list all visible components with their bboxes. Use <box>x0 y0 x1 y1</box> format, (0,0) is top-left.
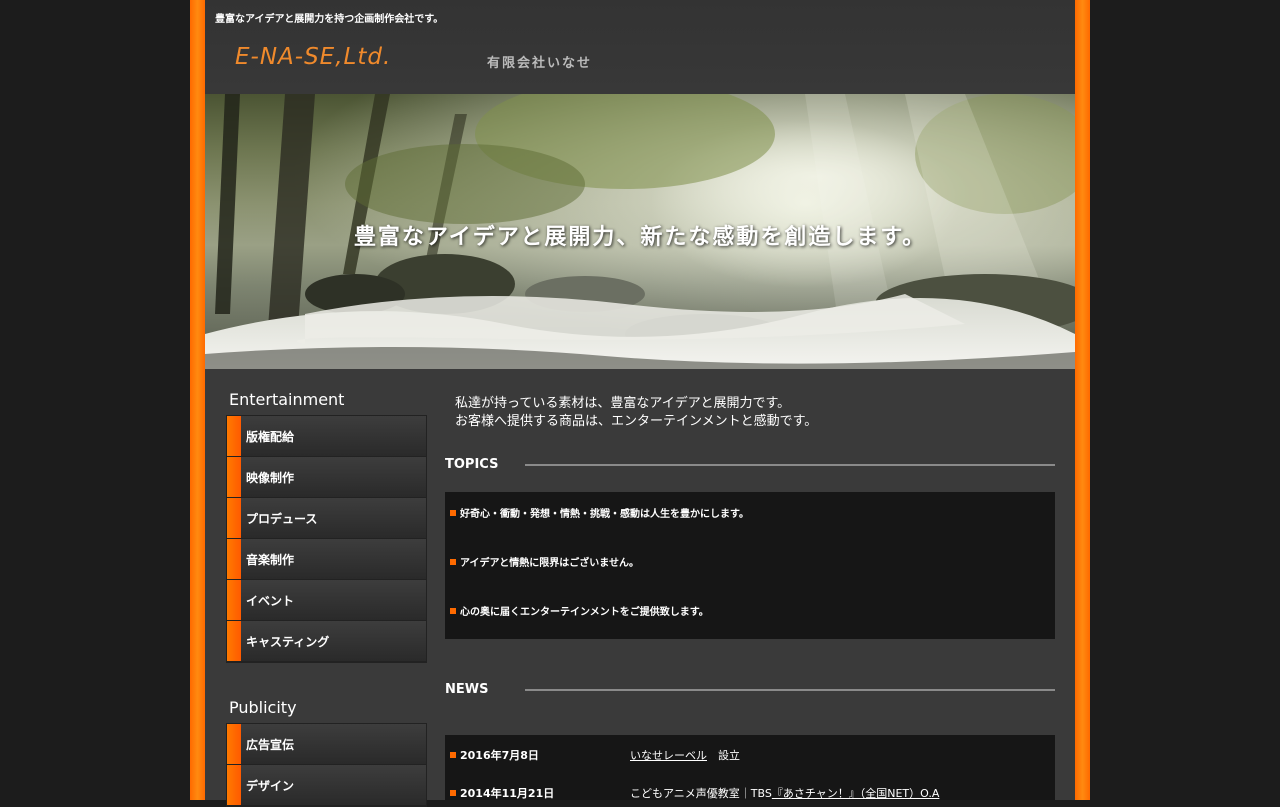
sidebar-title-entertainment: Entertainment <box>229 390 345 409</box>
intro-line-2: お客様へ提供する商品は、エンターテインメントと感動です。 <box>455 414 818 429</box>
topics-title: TOPICS <box>445 457 499 472</box>
menu-item-accent-bar <box>227 580 241 620</box>
menu-item-label: 広告宣伝 <box>246 738 295 752</box>
topic-item: アイデアと情熱に限界はございません。 <box>450 554 639 569</box>
topics-box: 好奇心・衝動・発想・情熱・挑戦・感動は人生を豊かにします。 アイデアと情熱に限界… <box>445 492 1055 639</box>
hero-banner: 豊富なアイデアと展開力、新たな感動を創造します。 <box>205 94 1075 369</box>
menu-item-accent-bar <box>227 621 241 661</box>
bullet-square-icon <box>450 559 456 565</box>
page-container: 豊富なアイデアと展開力を持つ企画制作会社です。 E-NA-SE,Ltd. 有限会… <box>205 0 1075 807</box>
hero-headline: 豊富なアイデアと展開力、新たな感動を創造します。 <box>353 224 927 250</box>
news-date: 2016年7月8日 <box>450 747 539 763</box>
topic-text: 心の奥に届くエンターテインメントをご提供致します。 <box>460 607 709 618</box>
news-link[interactable]: 『あさチャン！』（全国NET）O.A <box>772 787 940 800</box>
left-orange-frame <box>190 0 205 800</box>
bullet-square-icon <box>450 790 456 796</box>
news-divider <box>525 689 1055 691</box>
sidebar-title-publicity: Publicity <box>229 698 297 717</box>
menu-item-label: 映像制作 <box>246 471 295 485</box>
header-tagline: 豊富なアイデアと展開力を持つ企画制作会社です。 <box>215 14 444 25</box>
news-suffix: 設立 <box>707 749 740 762</box>
bullet-square-icon <box>450 608 456 614</box>
menu-item-video-production[interactable]: 映像制作 <box>227 457 426 498</box>
news-box: 2016年7月8日 いなせレーベル 設立 2014年11月21日 こどもアニメ声… <box>445 735 1055 800</box>
intro-line-1: 私達が持っている素材は、豊富なアイデアと展開力です。 <box>455 396 791 411</box>
menu-item-event[interactable]: イベント <box>227 580 426 621</box>
topic-text: アイデアと情熱に限界はございません。 <box>460 558 639 569</box>
menu-item-licensing[interactable]: 版権配給 <box>227 416 426 457</box>
news-text: いなせレーベル 設立 <box>630 747 740 763</box>
menu-item-label: プロデュース <box>246 512 318 526</box>
topics-header: TOPICS <box>445 455 1055 475</box>
menu-item-label: 版権配給 <box>246 430 295 444</box>
news-date: 2014年11月21日 <box>450 785 554 801</box>
menu-item-label: キャスティング <box>246 635 330 649</box>
menu-item-accent-bar <box>227 765 241 805</box>
menu-item-accent-bar <box>227 498 241 538</box>
topic-text: 好奇心・衝動・発想・情熱・挑戦・感動は人生を豊かにします。 <box>460 509 749 520</box>
company-name: 有限会社いなせ <box>487 56 593 71</box>
publicity-menu: 広告宣伝 デザイン <box>226 723 427 807</box>
menu-item-accent-bar <box>227 539 241 579</box>
menu-item-accent-bar <box>227 724 241 764</box>
news-date-text: 2016年7月8日 <box>460 749 539 762</box>
news-text: こどもアニメ声優教室｜TBS『あさチャン！』（全国NET）O.A <box>630 785 939 801</box>
news-date-text: 2014年11月21日 <box>460 787 555 800</box>
topic-item: 心の奥に届くエンターテインメントをご提供致します。 <box>450 603 709 618</box>
site-logo[interactable]: E-NA-SE,Ltd. <box>235 44 391 70</box>
news-prefix: こどもアニメ声優教室｜TBS <box>630 787 772 800</box>
site-header: 豊富なアイデアと展開力を持つ企画制作会社です。 E-NA-SE,Ltd. 有限会… <box>205 0 1075 94</box>
menu-item-produce[interactable]: プロデュース <box>227 498 426 539</box>
topics-divider <box>525 464 1055 466</box>
news-link[interactable]: いなせレーベル <box>630 749 707 762</box>
menu-item-advertising[interactable]: 広告宣伝 <box>227 724 426 765</box>
menu-item-accent-bar <box>227 457 241 497</box>
bullet-square-icon <box>450 510 456 516</box>
news-title: NEWS <box>445 682 489 697</box>
news-header: NEWS <box>445 680 1055 700</box>
menu-item-music-production[interactable]: 音楽制作 <box>227 539 426 580</box>
menu-item-casting[interactable]: キャスティング <box>227 621 426 662</box>
menu-item-label: 音楽制作 <box>246 553 295 567</box>
topic-item: 好奇心・衝動・発想・情熱・挑戦・感動は人生を豊かにします。 <box>450 505 749 520</box>
menu-item-label: イベント <box>246 594 295 608</box>
right-orange-frame <box>1075 0 1090 800</box>
menu-item-accent-bar <box>227 416 241 456</box>
entertainment-menu: 版権配給 映像制作 プロデュース 音楽制作 イベント キャスティング <box>226 415 427 663</box>
bullet-square-icon <box>450 752 456 758</box>
menu-item-label: デザイン <box>246 779 295 793</box>
intro-text: 私達が持っている素材は、豊富なアイデアと展開力です。 お客様へ提供する商品は、エ… <box>455 395 817 431</box>
